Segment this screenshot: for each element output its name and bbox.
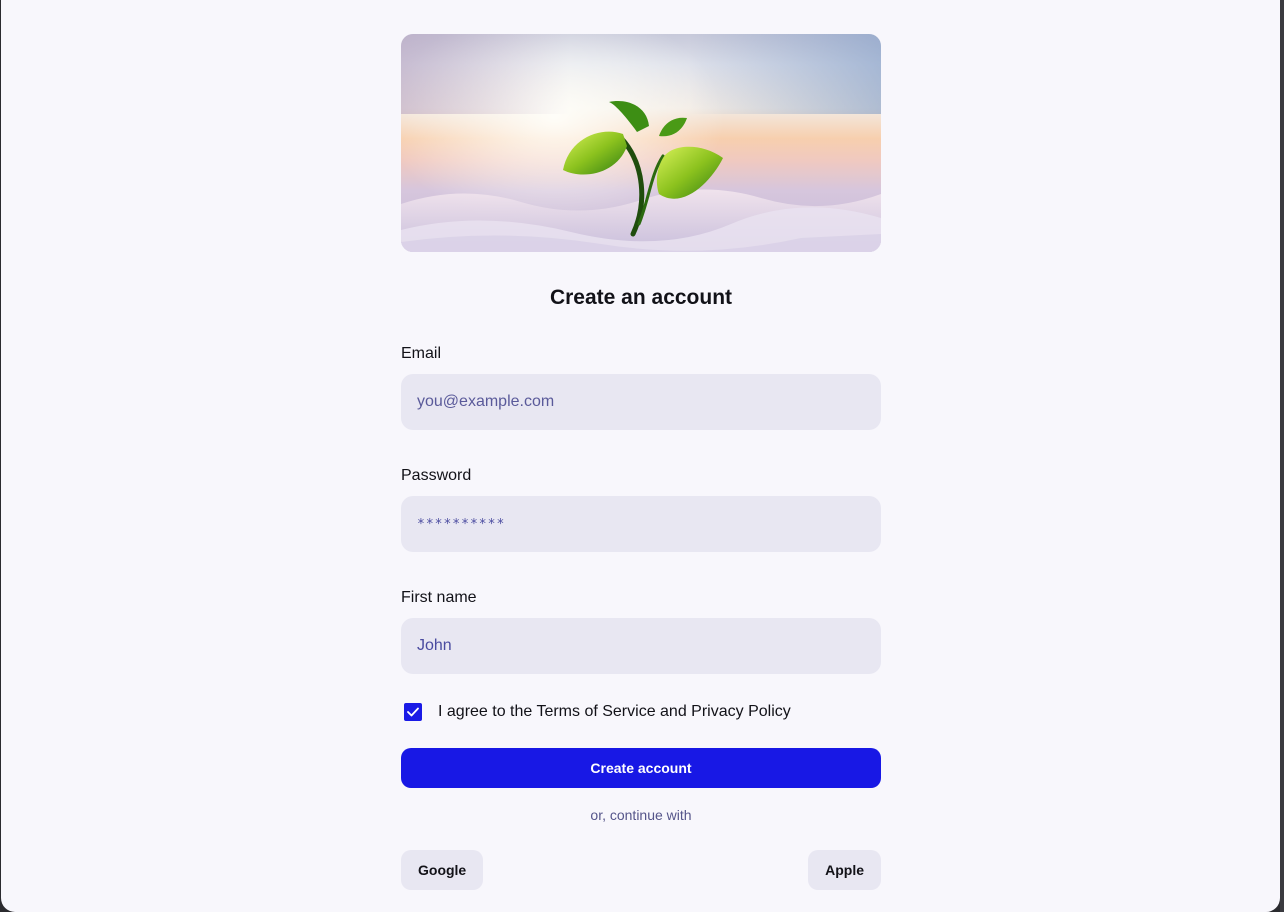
create-account-button[interactable]: Create account (401, 748, 881, 788)
hero-image (401, 34, 881, 252)
email-field[interactable] (401, 374, 881, 430)
password-label: Password (401, 467, 472, 484)
social-login-row: Google Apple (401, 850, 881, 890)
apple-button[interactable]: Apple (808, 850, 881, 890)
password-field[interactable] (401, 496, 881, 552)
agree-label: I agree to the Terms of Service and Priv… (438, 703, 791, 720)
google-button[interactable]: Google (401, 850, 484, 890)
first-name-field[interactable] (401, 618, 881, 674)
continue-with-text: or, continue with (590, 807, 692, 823)
page-title: Create an account (549, 286, 733, 309)
checkmark-icon (407, 707, 419, 717)
agree-row: I agree to the Terms of Service and Priv… (401, 700, 881, 724)
agree-checkbox[interactable] (404, 703, 422, 721)
email-label: Email (401, 345, 442, 362)
app-window: Create an account Email Password First n… (1, 0, 1280, 912)
background-edge (1280, 0, 1284, 912)
sprout-illustration (401, 101, 881, 252)
signup-form: Create an account Email Password First n… (401, 34, 881, 890)
first-name-label: First name (401, 589, 477, 606)
